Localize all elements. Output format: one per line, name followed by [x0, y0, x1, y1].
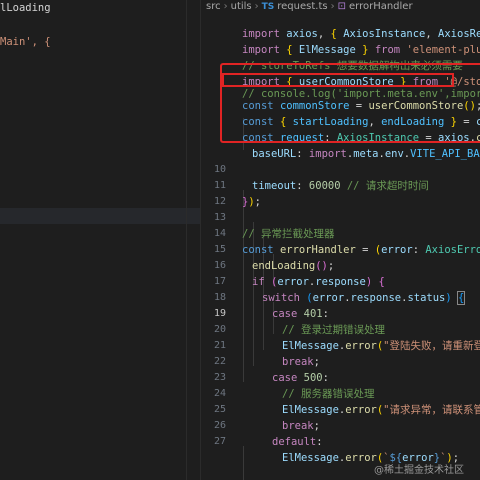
code-line: 16 if (error.response) { — [200, 242, 480, 288]
code-line: 17 switch (error.response.status) { — [200, 258, 480, 305]
code-line: 24 ElMessage.error("请求异常，请联系管理员") — [200, 370, 480, 416]
code-editor[interactable]: import axios, { AxiosInstance, AxiosRequ… — [200, 10, 480, 480]
left-code-text: Main', { — [0, 36, 51, 48]
left-current-line — [0, 208, 200, 224]
code-line: 27 ElMessage.error(`${error}`); — [200, 418, 480, 464]
code-line: import axios, { AxiosInstance, AxiosRequ… — [200, 10, 480, 40]
left-code-line: Main', { — [0, 34, 51, 50]
left-editor-pane: lLoading Main', { — [0, 0, 201, 480]
code-line: 13 // 异常拦截处理器 — [200, 194, 480, 240]
code-line: 20 ElMessage.error("登陆失败，请重新登录"); — [200, 306, 480, 352]
left-pane-divider — [186, 0, 187, 480]
code-line: 15 endLoading(); — [200, 226, 480, 272]
left-code-line: lLoading — [0, 2, 51, 14]
code-line: import { ElMessage } from 'element-plus'… — [200, 26, 480, 56]
code-line: // storeToRefs 想要数据解构出来必须需要 — [200, 42, 480, 72]
code-line: 18 case 401: — [200, 274, 480, 320]
watermark: @稀土掘金技术社区 — [374, 465, 464, 476]
code-line: const request: AxiosInstance = axios.cre… — [200, 114, 480, 144]
code-line: 14 const errorHandler = (error: AxiosErr… — [200, 210, 480, 256]
code-line: 26 default: — [200, 402, 480, 448]
code-line: const commonStore = userCommonStore(); — [200, 82, 480, 112]
code-text: default: — [272, 436, 323, 448]
code-line: 10 timeout: 60000 // 请求超时时间 — [200, 146, 480, 192]
code-line: 23 // 服务器错误处理 — [200, 354, 480, 400]
code-line: baseURL: import.meta.env.VITE_API_BASE_U… — [200, 130, 480, 160]
code-line: 21 break; — [200, 322, 480, 368]
code-line: 11 }); — [200, 162, 480, 208]
indent-guide — [243, 446, 244, 480]
line-number: 27 — [213, 436, 226, 447]
code-line: 19 // 登录过期错误处理 — [200, 290, 480, 336]
code-line: const { startLoading, endLoading } = com… — [200, 98, 480, 128]
code-line: 22 case 500: — [200, 338, 480, 384]
code-line: 12 — [200, 178, 480, 207]
code-line: 25 break; — [200, 386, 480, 432]
